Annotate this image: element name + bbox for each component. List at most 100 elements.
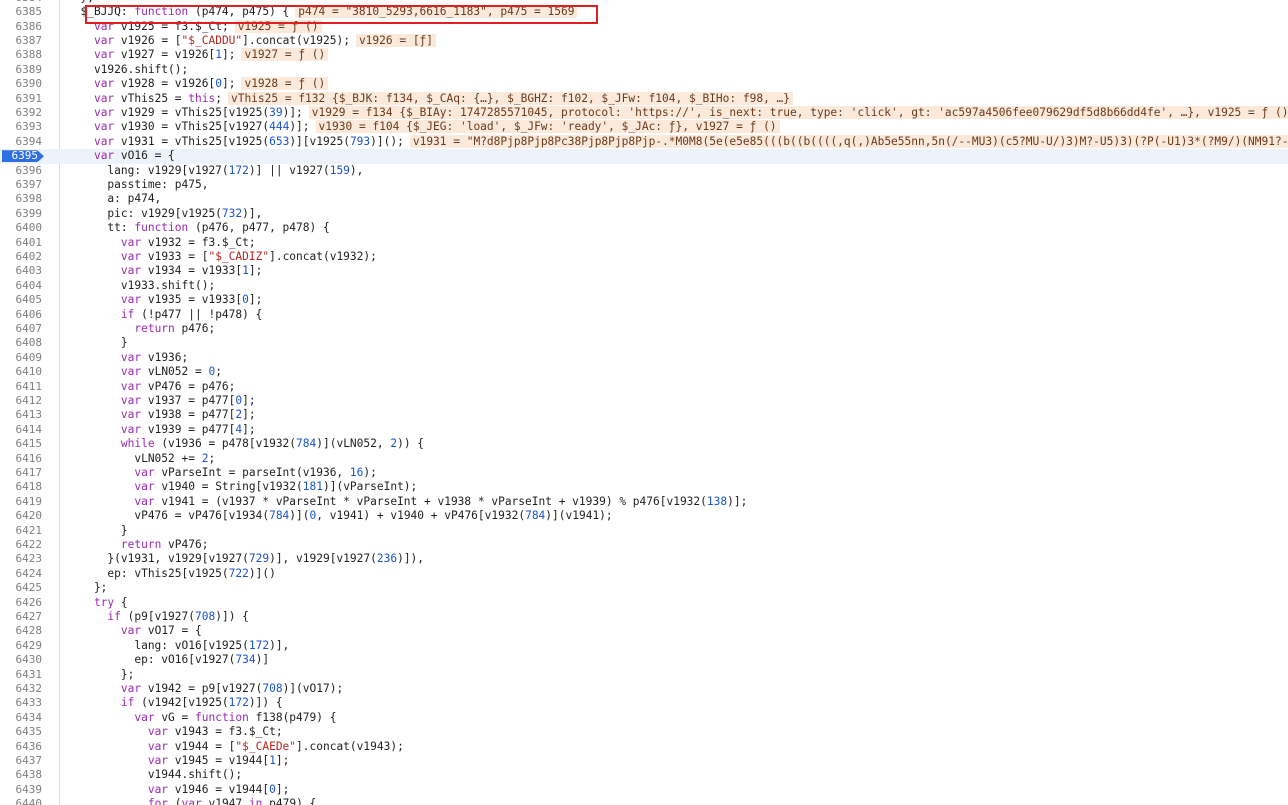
line-number[interactable]: 6420 bbox=[0, 509, 43, 523]
line-number[interactable]: 6433 bbox=[0, 696, 43, 710]
line-number[interactable]: 6390 bbox=[0, 77, 43, 91]
line-number[interactable]: 6428 bbox=[0, 624, 43, 638]
line-number[interactable]: 6429 bbox=[0, 639, 43, 653]
code-line[interactable]: 6401 var v1932 = f3.$_Ct; bbox=[0, 236, 1288, 250]
code-line[interactable]: 6390 var v1928 = v1926[0]; v1928 = ƒ () bbox=[0, 77, 1288, 91]
code-line[interactable]: 6397 passtime: p475, bbox=[0, 178, 1288, 192]
line-number[interactable]: 6403 bbox=[0, 264, 43, 278]
line-number[interactable]: 6422 bbox=[0, 538, 43, 552]
line-number[interactable]: 6419 bbox=[0, 495, 43, 509]
code-line[interactable]: 6431 }; bbox=[0, 668, 1288, 682]
line-number[interactable]: 6436 bbox=[0, 740, 43, 754]
line-number[interactable]: 6415 bbox=[0, 437, 43, 451]
line-number[interactable]: 6421 bbox=[0, 524, 43, 538]
line-number[interactable]: 6389 bbox=[0, 63, 43, 77]
code-line[interactable]: 6421 } bbox=[0, 524, 1288, 538]
line-number[interactable]: 6423 bbox=[0, 552, 43, 566]
line-number[interactable]: 6393 bbox=[0, 120, 43, 134]
code-line[interactable]: 6410 var vLN052 = 0; bbox=[0, 365, 1288, 379]
code-line[interactable]: 6388 var v1927 = v1926[1]; v1927 = ƒ () bbox=[0, 48, 1288, 62]
line-number[interactable]: 6400 bbox=[0, 221, 43, 235]
line-number[interactable]: 6386 bbox=[0, 20, 43, 34]
code-line[interactable]: 6424 ep: vThis25[v1925(722)]() bbox=[0, 567, 1288, 581]
line-number[interactable]: 6402 bbox=[0, 250, 43, 264]
breakpoint-marker[interactable]: 6395 bbox=[2, 150, 44, 163]
code-line[interactable]: 6394 var v1931 = vThis25[v1925(653)][v19… bbox=[0, 134, 1288, 149]
code-line[interactable]: 6408 } bbox=[0, 336, 1288, 350]
line-number[interactable]: 6394 bbox=[0, 135, 43, 149]
line-number[interactable]: 6425 bbox=[0, 581, 43, 595]
line-number[interactable]: 6406 bbox=[0, 308, 43, 322]
code-line[interactable]: 6432 var v1942 = p9[v1927(708)](vO17); bbox=[0, 682, 1288, 696]
line-number[interactable]: 6430 bbox=[0, 653, 43, 667]
line-number[interactable]: 6438 bbox=[0, 768, 43, 782]
line-number[interactable]: 6387 bbox=[0, 34, 43, 48]
line-number[interactable]: 6404 bbox=[0, 279, 43, 293]
code-line[interactable]: 6429 lang: vO16[v1925(172)], bbox=[0, 639, 1288, 653]
line-number[interactable]: 6424 bbox=[0, 567, 43, 581]
line-number[interactable]: 6401 bbox=[0, 236, 43, 250]
code-line[interactable]: 6438 v1944.shift(); bbox=[0, 768, 1288, 782]
code-line[interactable]: 6409 var v1936; bbox=[0, 351, 1288, 365]
line-number[interactable]: 6392 bbox=[0, 106, 43, 120]
code-line[interactable]: 6423 }(v1931, v1929[v1927(729)], v1929[v… bbox=[0, 552, 1288, 566]
code-line[interactable]: 6419 var v1941 = (v1937 * vParseInt * vP… bbox=[0, 495, 1288, 509]
line-number[interactable]: 6427 bbox=[0, 610, 43, 624]
code-line[interactable]: 6417 var vParseInt = parseInt(v1936, 16)… bbox=[0, 466, 1288, 480]
line-number[interactable]: 6408 bbox=[0, 336, 43, 350]
code-line[interactable]: 6407 return p476; bbox=[0, 322, 1288, 336]
code-line[interactable]: 6436 var v1944 = ["$_CAEDe"].concat(v194… bbox=[0, 740, 1288, 754]
code-line[interactable]: 6399 pic: v1929[v1925(732)], bbox=[0, 207, 1288, 221]
code-line[interactable]: 6435 var v1943 = f3.$_Ct; bbox=[0, 725, 1288, 739]
code-line[interactable]: 6392 var v1929 = vThis25[v1925(39)]; v192… bbox=[0, 106, 1288, 120]
code-line[interactable]: 6400 tt: function (p476, p477, p478) { bbox=[0, 221, 1288, 235]
line-number[interactable]: 6405 bbox=[0, 293, 43, 307]
code-line[interactable]: 6439 var v1946 = v1944[0]; bbox=[0, 783, 1288, 797]
code-line[interactable]: 6389 v1926.shift(); bbox=[0, 63, 1288, 77]
code-line[interactable]: 6396 lang: v1929[v1927(172)] || v1927(15… bbox=[0, 164, 1288, 178]
code-line[interactable]: 6387 var v1926 = ["$_CADDU"].concat(v192… bbox=[0, 34, 1288, 48]
line-number[interactable]: 6440 bbox=[0, 797, 43, 805]
code-line[interactable]: 6405 var v1935 = v1933[0]; bbox=[0, 293, 1288, 307]
line-number[interactable]: 6391 bbox=[0, 92, 43, 106]
line-number[interactable]: 6418 bbox=[0, 480, 43, 494]
code-line[interactable]: 6403 var v1934 = v1933[1]; bbox=[0, 264, 1288, 278]
line-number[interactable]: 6397 bbox=[0, 178, 43, 192]
line-number[interactable]: 6416 bbox=[0, 452, 43, 466]
line-number[interactable]: 6434 bbox=[0, 711, 43, 725]
line-number[interactable]: 6413 bbox=[0, 408, 43, 422]
line-number[interactable]: 6388 bbox=[0, 48, 43, 62]
line-number[interactable]: 6435 bbox=[0, 725, 43, 739]
code-line[interactable]: 6413 var v1938 = p477[2]; bbox=[0, 408, 1288, 422]
code-line[interactable]: 6402 var v1933 = ["$_CADIZ"].concat(v193… bbox=[0, 250, 1288, 264]
code-line[interactable]: 6427 if (p9[v1927(708)]) { bbox=[0, 610, 1288, 624]
line-number[interactable]: 6439 bbox=[0, 783, 43, 797]
line-number[interactable]: 6398 bbox=[0, 192, 43, 206]
code-line[interactable]: 6425 }; bbox=[0, 581, 1288, 595]
line-number[interactable]: 6396 bbox=[0, 164, 43, 178]
line-number[interactable]: 6417 bbox=[0, 466, 43, 480]
code-line[interactable]: 6434 var vG = function f138(p479) { bbox=[0, 711, 1288, 725]
code-line[interactable]: 6418 var v1940 = String[v1932(181)](vPar… bbox=[0, 480, 1288, 494]
code-line[interactable]: 6420 vP476 = vP476[v1934(784)](0, v1941)… bbox=[0, 509, 1288, 523]
line-number[interactable]: 6409 bbox=[0, 351, 43, 365]
code-line[interactable]: 6440 for (var v1947 in p479) { bbox=[0, 797, 1288, 805]
code-line[interactable]: 6404 v1933.shift(); bbox=[0, 279, 1288, 293]
line-number[interactable]: 6426 bbox=[0, 596, 43, 610]
line-number[interactable]: 6412 bbox=[0, 394, 43, 408]
code-line[interactable]: 6428 var vO17 = { bbox=[0, 624, 1288, 638]
code-editor[interactable]: 6384 };6385 $_BJJQ: function (p474, p475… bbox=[0, 0, 1288, 805]
code-line[interactable]: 6433 if (v1942[v1925(172)]) { bbox=[0, 696, 1288, 710]
code-line[interactable]: 6393 var v1930 = vThis25[v1927(444)]; v19… bbox=[0, 120, 1288, 134]
code-line[interactable]: 6411 var vP476 = p476; bbox=[0, 380, 1288, 394]
code-line[interactable]: 6416 vLN052 += 2; bbox=[0, 452, 1288, 466]
code-line[interactable]: 6412 var v1937 = p477[0]; bbox=[0, 394, 1288, 408]
code-line[interactable]: 6398 a: p474, bbox=[0, 192, 1288, 206]
code-line[interactable]: 6422 return vP476; bbox=[0, 538, 1288, 552]
code-line[interactable]: 6426 try { bbox=[0, 596, 1288, 610]
line-number[interactable]: 6414 bbox=[0, 423, 43, 437]
line-number[interactable]: 6431 bbox=[0, 668, 43, 682]
line-number[interactable]: 6411 bbox=[0, 380, 43, 394]
code-line[interactable]: 6415 while (v1936 = p478[v1932(784)](vLN… bbox=[0, 437, 1288, 451]
line-number[interactable]: 6407 bbox=[0, 322, 43, 336]
